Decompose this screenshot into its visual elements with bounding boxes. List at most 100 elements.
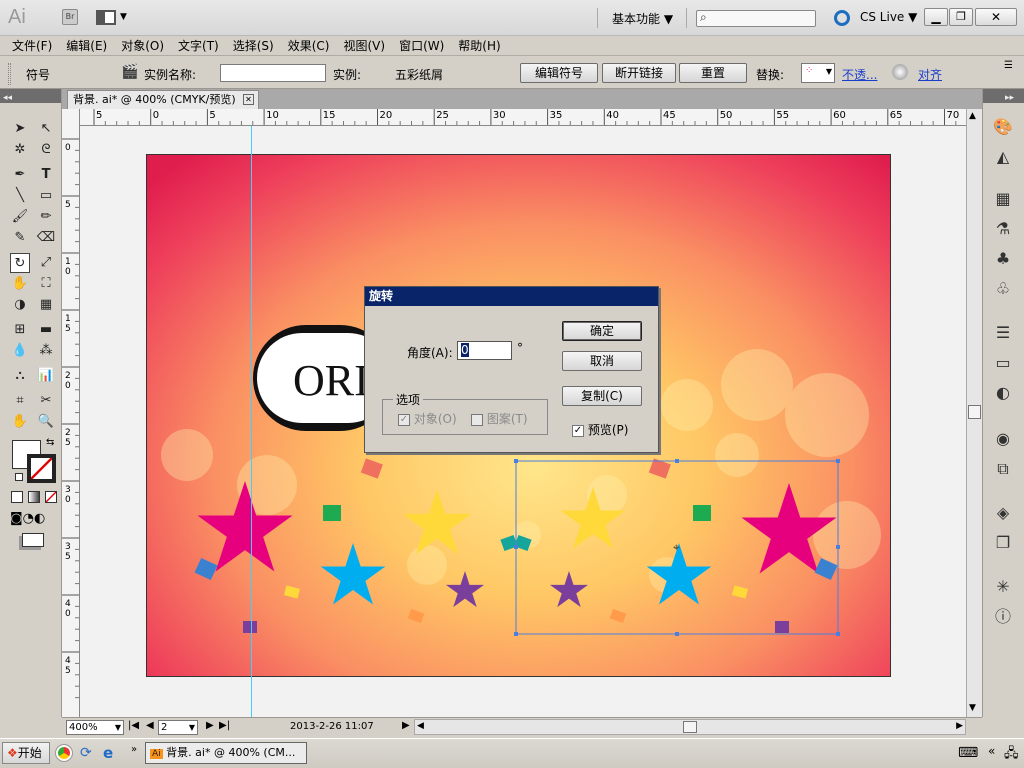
- none-mode-icon[interactable]: [45, 491, 57, 503]
- screen-mode-icon[interactable]: [22, 533, 44, 547]
- taskbar-illustrator-task[interactable]: Ai 背景. ai* @ 400% (CM...: [145, 742, 307, 764]
- menu-type[interactable]: 文字(T): [178, 37, 219, 54]
- star-yellow-left[interactable]: [402, 489, 472, 555]
- scroll-left-arrow-icon[interactable]: ◀: [417, 721, 424, 731]
- menu-help[interactable]: 帮助(H): [458, 37, 500, 54]
- cslive-menu[interactable]: CS Live ▼: [860, 10, 917, 24]
- vertical-ruler[interactable]: 051015202530354045: [62, 109, 80, 717]
- gradient-panel-icon[interactable]: ▭: [991, 351, 1015, 375]
- menu-edit[interactable]: 编辑(E): [66, 37, 107, 54]
- pen-tool-icon[interactable]: ✒: [10, 165, 30, 185]
- symbols-icon[interactable]: ♣: [991, 247, 1015, 271]
- vertical-scrollbar[interactable]: ▲ ▼: [966, 109, 982, 717]
- gradient-mode-icon[interactable]: [28, 491, 40, 503]
- search-field[interactable]: ⌕: [696, 10, 816, 27]
- keyboard-icon[interactable]: ⌨: [958, 745, 978, 761]
- color-mode-icon[interactable]: [11, 491, 23, 503]
- grip-handle[interactable]: [8, 63, 11, 85]
- bridge-button[interactable]: Br: [62, 9, 78, 25]
- instance-name-input[interactable]: [220, 64, 326, 82]
- more-icon[interactable]: »: [131, 744, 137, 755]
- shape-builder-tool-icon[interactable]: ◑: [10, 295, 30, 315]
- gradient-tool-icon[interactable]: ▬: [36, 320, 56, 340]
- free-transform-tool-icon[interactable]: ⛶: [36, 274, 56, 294]
- zoom-field[interactable]: 400% ▼: [66, 720, 124, 735]
- graphic-styles-icon[interactable]: ♧: [991, 277, 1015, 301]
- slice-tool-icon[interactable]: ✂: [36, 391, 56, 411]
- horizontal-scrollbar[interactable]: ◀ ▶: [414, 719, 966, 735]
- warp-tool-icon[interactable]: ✋: [10, 274, 30, 294]
- scroll-up-arrow-icon[interactable]: ▲: [969, 111, 976, 121]
- paintbrush-tool-icon[interactable]: 🖌: [10, 207, 30, 227]
- align-icon[interactable]: ⧉: [991, 457, 1015, 481]
- opacity-link[interactable]: 不透...: [842, 66, 877, 83]
- eyedropper-tool-icon[interactable]: 💧: [10, 341, 30, 361]
- rotate-origin-marker[interactable]: ⌖: [673, 540, 680, 554]
- expand-icon[interactable]: ▸▸: [983, 93, 1014, 103]
- default-colors-icon[interactable]: [15, 473, 23, 481]
- mesh-tool-icon[interactable]: ⊞: [10, 320, 30, 340]
- recolor-icon[interactable]: [892, 64, 908, 80]
- ie-icon[interactable]: e: [103, 744, 113, 762]
- chevron-down-icon[interactable]: ▼: [115, 721, 121, 734]
- zoom-tool-icon[interactable]: 🔍: [36, 412, 56, 432]
- stroke-icon[interactable]: ☰: [991, 321, 1015, 345]
- menu-object[interactable]: 对象(O): [121, 37, 164, 54]
- selection-tool-icon[interactable]: ➤: [10, 119, 30, 139]
- edit-symbol-button[interactable]: 编辑符号: [520, 63, 598, 83]
- chrome-icon[interactable]: [55, 744, 73, 762]
- status-menu-arrow-icon[interactable]: ▶: [402, 720, 410, 731]
- menu-window[interactable]: 窗口(W): [399, 37, 444, 54]
- chevron-down-icon[interactable]: ▼: [189, 721, 195, 734]
- restore-button[interactable]: ❐: [949, 8, 973, 26]
- graph-tool-icon[interactable]: 📊: [36, 366, 56, 386]
- scroll-thumb[interactable]: [968, 405, 981, 419]
- last-page-icon[interactable]: ▶|: [219, 720, 230, 731]
- pencil-tool-icon[interactable]: ✏: [36, 207, 56, 227]
- vertical-guide[interactable]: [251, 126, 252, 717]
- menu-effect[interactable]: 效果(C): [288, 37, 330, 54]
- page-field[interactable]: 2 ▼: [158, 720, 198, 735]
- minimize-button[interactable]: ▁: [924, 8, 948, 26]
- scroll-right-arrow-icon[interactable]: ▶: [956, 721, 963, 731]
- close-tab-icon[interactable]: ✕: [243, 94, 254, 105]
- brushes-icon[interactable]: ⚗: [991, 217, 1015, 241]
- next-page-icon[interactable]: ▶: [206, 720, 214, 731]
- magic-wand-tool-icon[interactable]: ✲: [10, 140, 30, 160]
- stroke-swatch[interactable]: [27, 454, 56, 483]
- lasso-tool-icon[interactable]: ᘓ: [36, 140, 56, 160]
- cancel-button[interactable]: 取消: [562, 351, 642, 371]
- replace-symbol-dropdown[interactable]: ⁘ ▼: [801, 63, 835, 83]
- document-tab[interactable]: 背景. ai* @ 400% (CMYK/预览) ✕: [67, 90, 259, 109]
- start-button[interactable]: ❖开始: [2, 742, 50, 764]
- copy-button[interactable]: 复制(C): [562, 386, 642, 406]
- appearance-icon[interactable]: ◉: [991, 427, 1015, 451]
- panel-dock-header[interactable]: ▸▸: [983, 89, 1024, 103]
- rotate-tool-icon[interactable]: ↻: [10, 253, 30, 273]
- star-purple-right[interactable]: [549, 571, 589, 608]
- scale-tool-icon[interactable]: ⤢: [36, 253, 56, 273]
- layers-icon[interactable]: ◈: [991, 501, 1015, 525]
- star-purple-left[interactable]: [445, 571, 485, 608]
- network-icon[interactable]: 🖧: [1004, 744, 1019, 766]
- scroll-down-arrow-icon[interactable]: ▼: [969, 703, 976, 713]
- draw-mode-icons[interactable]: ◙◔◐: [10, 511, 45, 526]
- status-info[interactable]: 2013-2-26 11:07: [290, 721, 374, 732]
- blob-brush-tool-icon[interactable]: ✎: [10, 228, 30, 248]
- horizontal-scroll-thumb[interactable]: [683, 721, 697, 733]
- menu-view[interactable]: 视图(V): [343, 37, 385, 54]
- ok-button[interactable]: 确定: [562, 321, 642, 341]
- reset-button[interactable]: 重置: [679, 63, 747, 83]
- previous-page-icon[interactable]: ◀: [146, 720, 154, 731]
- workspace-switcher[interactable]: 基本功能 ▼: [612, 10, 673, 27]
- navigator-icon[interactable]: ✳: [991, 575, 1015, 599]
- preview-checkbox[interactable]: ✓: [572, 424, 584, 437]
- type-tool-icon[interactable]: T: [36, 165, 56, 185]
- angle-input[interactable]: 0: [457, 341, 512, 360]
- menu-file[interactable]: 文件(F): [12, 37, 52, 54]
- line-tool-icon[interactable]: ╲: [10, 186, 30, 206]
- artboards-icon[interactable]: ❐: [991, 531, 1015, 555]
- color-palette-icon[interactable]: 🎨: [991, 115, 1015, 139]
- info-icon[interactable]: ⓘ: [991, 605, 1015, 629]
- eraser-tool-icon[interactable]: ⌫: [36, 228, 56, 248]
